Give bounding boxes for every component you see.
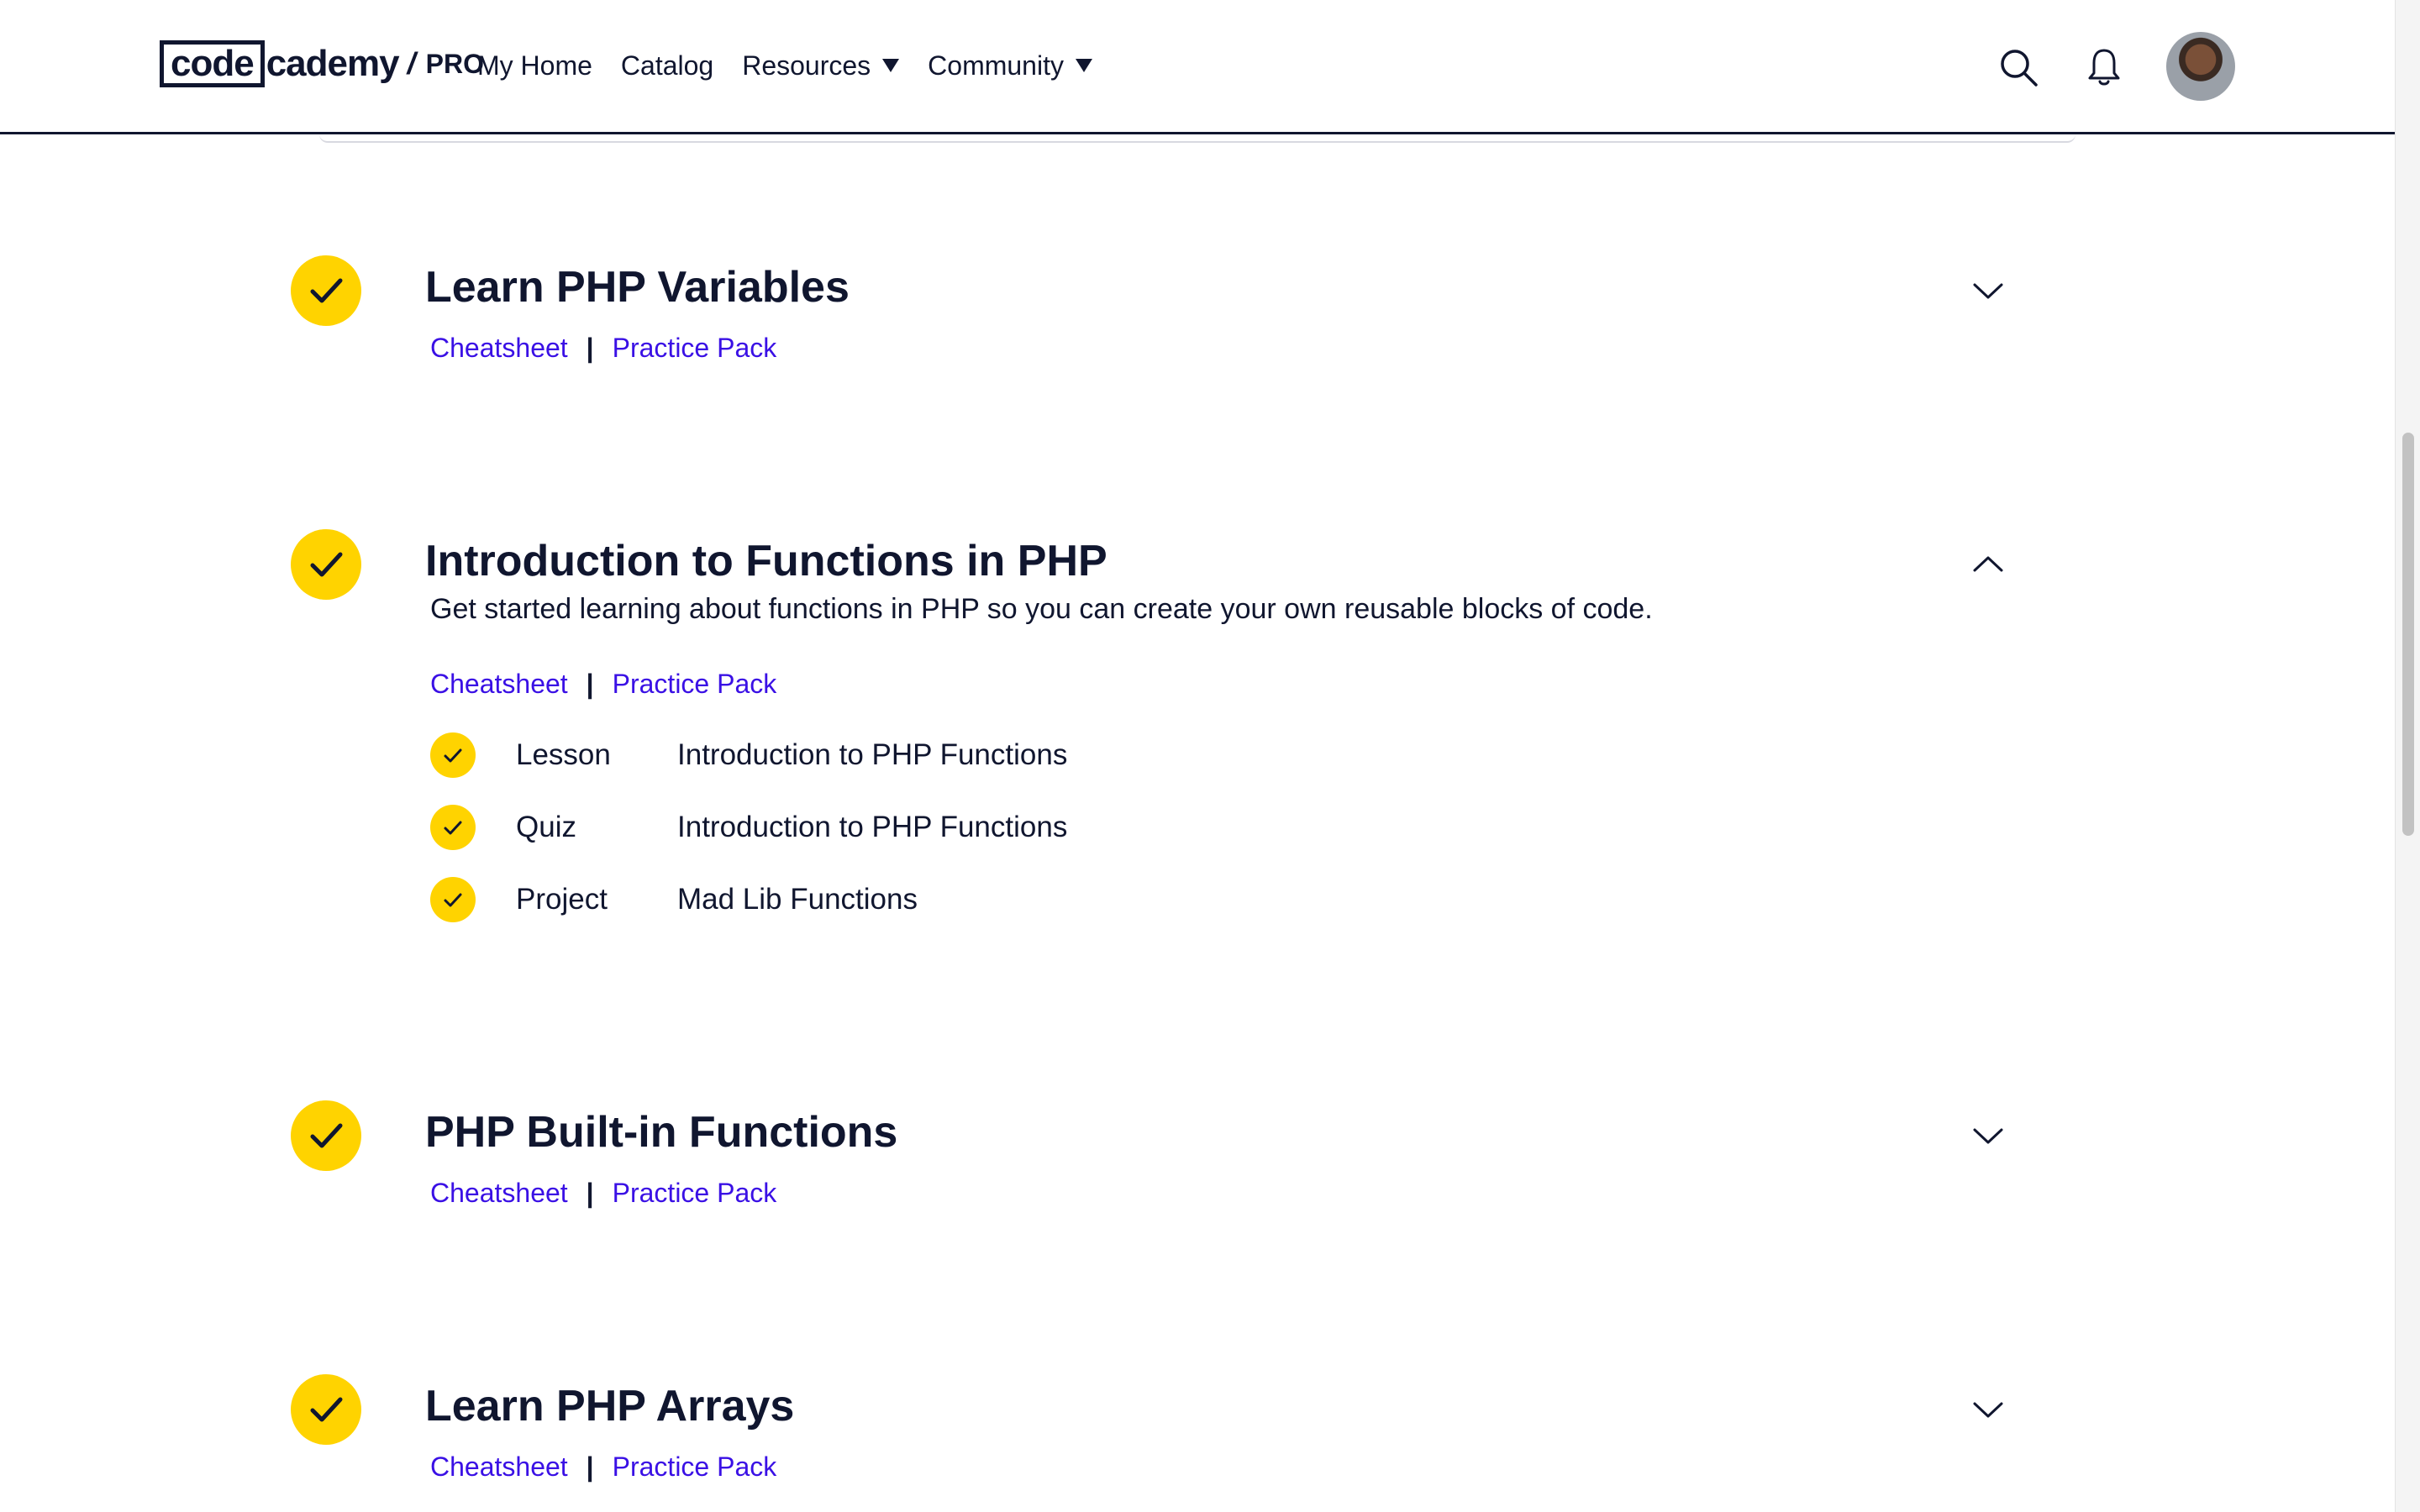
module-title[interactable]: Introduction to Functions in PHP <box>425 536 1107 586</box>
link-separator: | <box>586 333 594 363</box>
list-item-project[interactable]: Project Mad Lib Functions <box>430 864 1067 936</box>
module-links: Cheatsheet | Practice Pack <box>430 669 776 700</box>
link-separator: | <box>586 1452 594 1482</box>
nav-catalog-label: Catalog <box>620 50 714 81</box>
cheatsheet-link[interactable]: Cheatsheet <box>430 669 568 700</box>
bell-icon[interactable] <box>2087 47 2121 87</box>
chevron-down-icon[interactable] <box>1971 1119 2005 1152</box>
completed-check-icon <box>430 805 476 850</box>
logo-cademy: cademy <box>266 43 400 84</box>
practice-pack-link[interactable]: Practice Pack <box>613 1178 777 1209</box>
cheatsheet-link[interactable]: Cheatsheet <box>430 1178 568 1209</box>
completed-check-icon <box>291 1374 361 1445</box>
link-separator: | <box>586 669 594 699</box>
chevron-down-icon[interactable] <box>1971 1393 2005 1426</box>
nav-community-dropdown[interactable]: Community <box>928 50 1092 81</box>
item-type: Project <box>516 883 608 916</box>
codecademy-pro-logo[interactable]: code cademy / PRO <box>160 39 484 89</box>
search-icon[interactable] <box>1998 47 2039 87</box>
practice-pack-link[interactable]: Practice Pack <box>613 1452 777 1483</box>
item-name[interactable]: Introduction to PHP Functions <box>677 738 1067 772</box>
cheatsheet-link[interactable]: Cheatsheet <box>430 333 568 364</box>
practice-pack-link[interactable]: Practice Pack <box>613 669 777 700</box>
nav-my-home-label: My Home <box>477 50 592 81</box>
module-title[interactable]: Learn PHP Variables <box>425 262 850 312</box>
nav-community-label: Community <box>928 50 1064 81</box>
item-type: Quiz <box>516 811 576 843</box>
chevron-down-icon[interactable] <box>1971 274 2005 307</box>
module-content-list: Lesson Introduction to PHP Functions Qui… <box>430 719 1067 936</box>
module-title[interactable]: Learn PHP Arrays <box>425 1381 794 1431</box>
logo-slash: / <box>407 46 416 81</box>
scrollbar-thumb[interactable] <box>2402 433 2414 836</box>
completed-check-icon <box>291 529 361 600</box>
avatar[interactable] <box>2166 32 2235 101</box>
list-item-quiz[interactable]: Quiz Introduction to PHP Functions <box>430 791 1067 864</box>
completed-check-icon <box>291 1100 361 1171</box>
completed-check-icon <box>291 255 361 326</box>
practice-pack-link[interactable]: Practice Pack <box>613 333 777 364</box>
nav-catalog[interactable]: Catalog <box>621 50 713 81</box>
caret-down-icon <box>1075 59 1092 72</box>
logo-pro: PRO <box>425 49 484 79</box>
completed-check-icon <box>430 732 476 778</box>
module-links: Cheatsheet | Practice Pack <box>430 1178 776 1209</box>
item-name[interactable]: Introduction to PHP Functions <box>677 811 1067 844</box>
item-name[interactable]: Mad Lib Functions <box>677 883 918 916</box>
nav-resources-label: Resources <box>742 50 871 81</box>
main-nav: My Home Catalog Resources Community <box>477 42 1121 89</box>
module-links: Cheatsheet | Practice Pack <box>430 1452 776 1483</box>
previous-section-edge <box>319 134 2075 143</box>
page-scrollbar[interactable] <box>2395 0 2420 1512</box>
module-title[interactable]: PHP Built-in Functions <box>425 1107 897 1158</box>
nav-my-home[interactable]: My Home <box>477 50 592 81</box>
module-description: Get started learning about functions in … <box>430 593 1653 625</box>
nav-resources-dropdown[interactable]: Resources <box>742 50 900 81</box>
completed-check-icon <box>430 877 476 922</box>
logo-code: code <box>160 40 265 87</box>
item-type: Lesson <box>516 738 611 771</box>
caret-down-icon <box>882 59 900 72</box>
link-separator: | <box>586 1178 594 1208</box>
list-item-lesson[interactable]: Lesson Introduction to PHP Functions <box>430 719 1067 791</box>
cheatsheet-link[interactable]: Cheatsheet <box>430 1452 568 1483</box>
module-links: Cheatsheet | Practice Pack <box>430 333 776 364</box>
chevron-up-icon[interactable] <box>1971 548 2005 581</box>
